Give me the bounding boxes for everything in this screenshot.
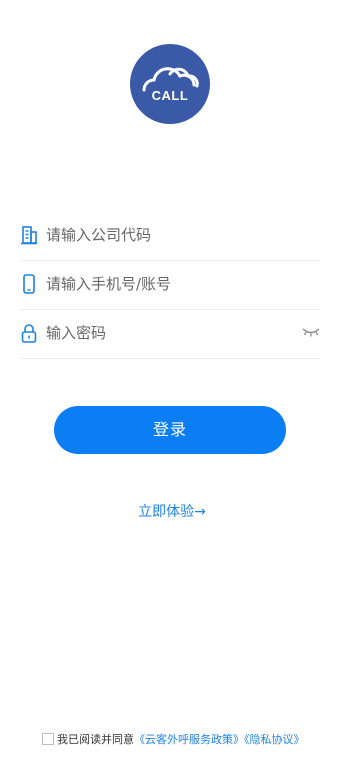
logo-text: CALL <box>151 88 189 103</box>
app-logo: CALL <box>130 44 210 124</box>
login-button[interactable]: 登录 <box>54 406 286 454</box>
company-code-field[interactable]: 请输入公司代码 <box>20 211 320 261</box>
building-icon <box>21 226 37 245</box>
try-now-link[interactable]: 立即体验→ <box>0 502 344 522</box>
lock-icon <box>21 324 37 343</box>
password-field[interactable]: 输入密码 <box>20 309 320 359</box>
account-input[interactable]: 请输入手机号/账号 <box>46 273 171 295</box>
service-policy-link[interactable]: 《云客外呼服务政策》 <box>134 733 244 746</box>
cloud-icon <box>142 67 199 92</box>
eye-closed-icon[interactable] <box>302 326 320 338</box>
agreement-text: 我已阅读并同意 <box>57 733 134 746</box>
account-field[interactable]: 请输入手机号/账号 <box>20 260 320 310</box>
phone-icon <box>23 274 35 294</box>
agreement-checkbox[interactable] <box>42 733 54 745</box>
agreement-row: 我已阅读并同意《云客外呼服务政策》《隐私协议》 <box>42 732 305 748</box>
privacy-policy-link[interactable]: 《隐私协议》 <box>244 733 305 746</box>
password-input[interactable]: 输入密码 <box>46 322 106 344</box>
company-code-input[interactable]: 请输入公司代码 <box>46 224 151 246</box>
